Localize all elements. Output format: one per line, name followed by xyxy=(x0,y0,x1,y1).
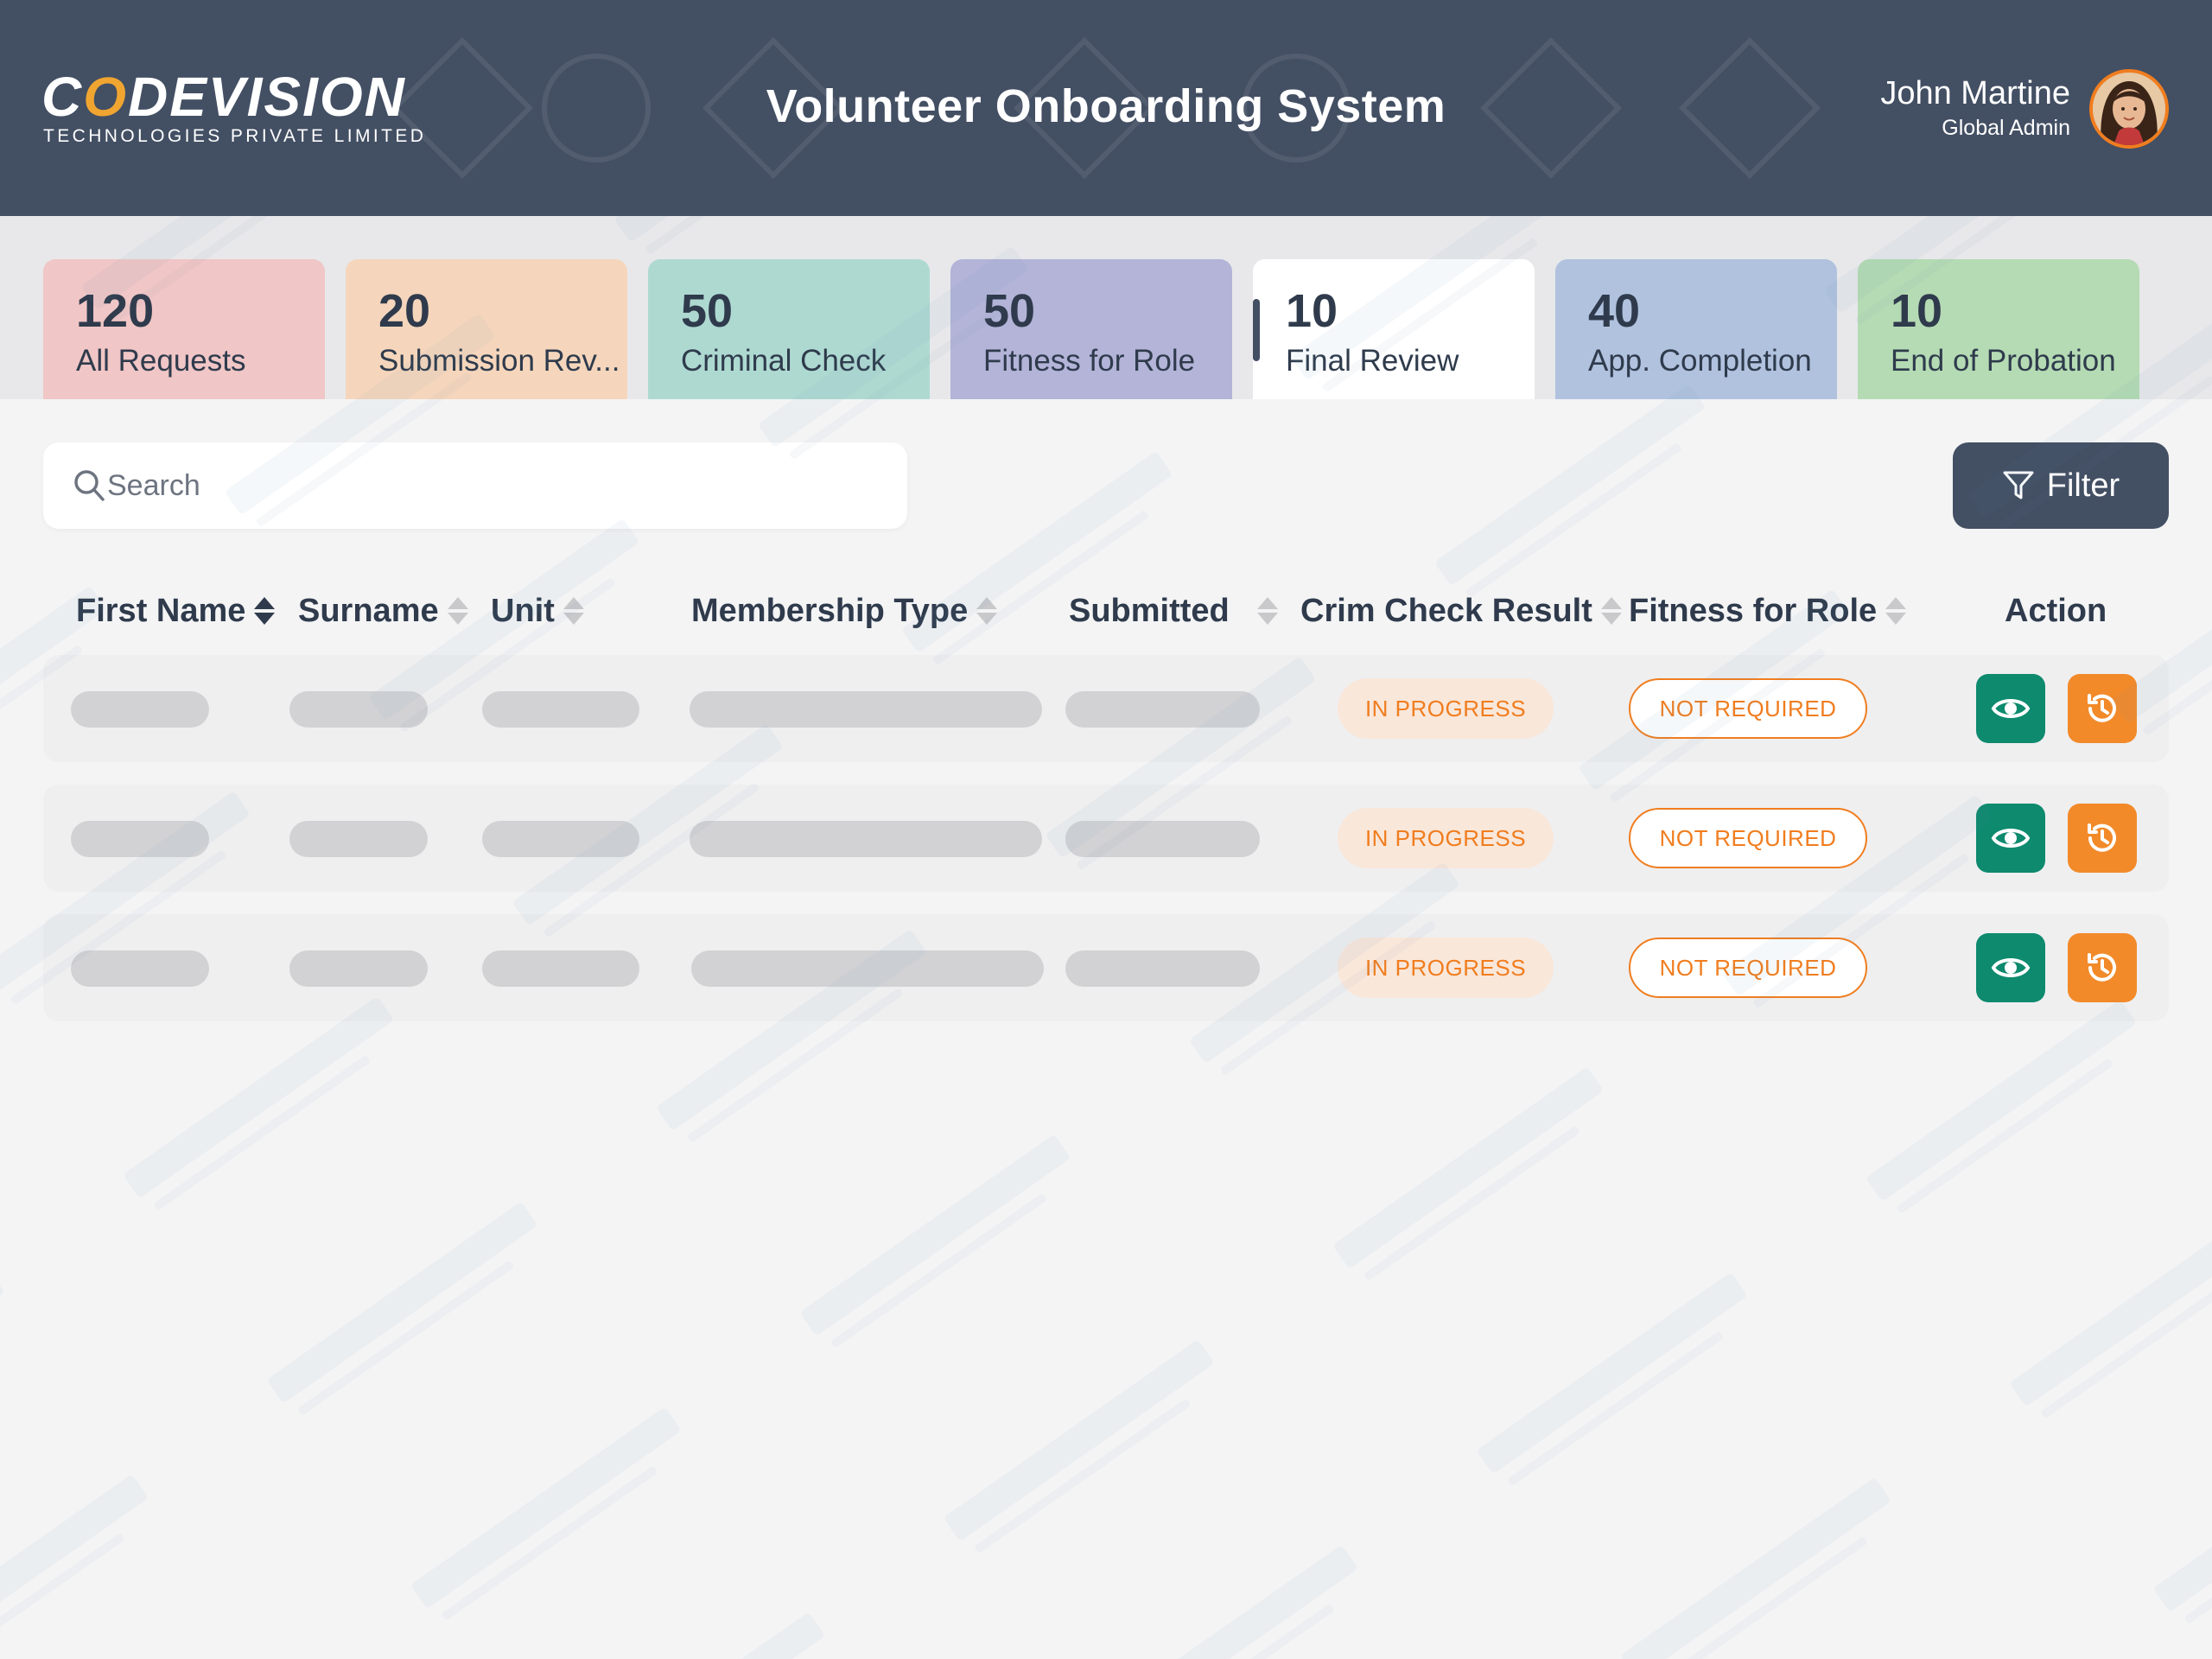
history-icon xyxy=(2088,823,2116,852)
skeleton-first-name xyxy=(71,821,209,857)
user-info[interactable]: John Martine Global Admin xyxy=(1880,73,2070,142)
tab-count: 10 xyxy=(1891,285,1943,337)
status-badge-not-required: NOT REQUIRED xyxy=(1629,938,1867,998)
avatar-image xyxy=(2093,73,2165,145)
column-label: Crim Check Result xyxy=(1300,592,1592,629)
tab-app-completion[interactable]: 40 App. Completion xyxy=(1555,259,1837,399)
skeleton-submitted xyxy=(1065,821,1260,857)
skeleton-surname xyxy=(289,950,428,987)
skeleton-membership-type xyxy=(691,950,1044,987)
tab-count: 20 xyxy=(378,285,431,337)
tab-end-of-probation[interactable]: 10 End of Probation xyxy=(1858,259,2139,399)
column-membership-type[interactable]: Membership Type xyxy=(691,589,999,632)
tab-label: End of Probation xyxy=(1891,344,2116,378)
skeleton-membership-type xyxy=(690,691,1042,728)
history-icon xyxy=(2088,694,2116,722)
sort-icon[interactable] xyxy=(1255,594,1280,628)
logo-subtitle: TECHNOLOGIES PRIVATE LIMITED xyxy=(43,126,427,146)
column-unit[interactable]: Unit xyxy=(491,589,586,632)
skeleton-unit xyxy=(482,691,639,728)
tab-fitness-for-role[interactable]: 50 Fitness for Role xyxy=(950,259,1232,399)
column-label: Fitness for Role xyxy=(1629,592,1878,629)
avatar[interactable] xyxy=(2089,69,2169,149)
history-icon xyxy=(2088,953,2116,982)
tab-label: Criminal Check xyxy=(681,344,887,378)
skeleton-first-name xyxy=(71,691,209,728)
history-button[interactable] xyxy=(2068,804,2137,873)
user-name: John Martine xyxy=(1880,75,2070,111)
search-input[interactable] xyxy=(107,442,868,529)
tab-count: 50 xyxy=(681,285,734,337)
column-label: First Name xyxy=(76,592,246,629)
status-badge-in-progress: IN PROGRESS xyxy=(1338,808,1554,868)
sort-icon[interactable] xyxy=(1599,594,1624,628)
tab-count: 120 xyxy=(76,285,155,337)
filter-icon xyxy=(2003,471,2034,499)
search-box[interactable] xyxy=(43,442,907,529)
eye-icon xyxy=(1991,958,2031,977)
column-fitness-for-role[interactable]: Fitness for Role xyxy=(1629,589,1908,632)
filter-label: Filter xyxy=(2046,467,2120,504)
skeleton-membership-type xyxy=(690,821,1042,857)
skeleton-unit xyxy=(482,950,639,987)
tab-count: 10 xyxy=(1286,285,1338,337)
status-badge-in-progress: IN PROGRESS xyxy=(1338,938,1554,998)
tab-count: 50 xyxy=(983,285,1036,337)
status-badge-not-required: NOT REQUIRED xyxy=(1629,808,1867,868)
tab-submission-review[interactable]: 20 Submission Rev... xyxy=(346,259,627,399)
column-surname[interactable]: Surname xyxy=(298,589,470,632)
tab-final-review[interactable]: 10 Final Review xyxy=(1253,259,1535,399)
skeleton-submitted xyxy=(1065,950,1260,987)
status-badge-not-required: NOT REQUIRED xyxy=(1629,678,1867,739)
skeleton-unit xyxy=(482,821,639,857)
table-row[interactable]: IN PROGRESS NOT REQUIRED xyxy=(43,785,2169,892)
table-row[interactable]: IN PROGRESS NOT REQUIRED xyxy=(43,914,2169,1021)
eye-icon xyxy=(1991,829,2031,848)
tab-label: Submission Rev... xyxy=(378,344,620,378)
column-label: Surname xyxy=(298,592,439,629)
search-icon xyxy=(74,470,105,501)
tab-label: All Requests xyxy=(76,344,246,378)
skeleton-surname xyxy=(289,821,428,857)
skeleton-first-name xyxy=(71,950,209,987)
column-label: Unit xyxy=(491,592,555,629)
tab-count: 40 xyxy=(1588,285,1641,337)
skeleton-submitted xyxy=(1065,691,1260,728)
sort-icon[interactable] xyxy=(252,594,276,628)
view-button[interactable] xyxy=(1976,674,2045,743)
tab-all-requests[interactable]: 120 All Requests xyxy=(43,259,325,399)
tab-label: Final Review xyxy=(1286,344,1459,378)
brand-logo[interactable]: CODEVISION TECHNOLOGIES PRIVATE LIMITED xyxy=(41,66,423,156)
history-button[interactable] xyxy=(2068,674,2137,743)
page-title: Volunteer Onboarding System xyxy=(766,80,1446,132)
tab-label: Fitness for Role xyxy=(983,344,1196,378)
view-button[interactable] xyxy=(1976,933,2045,1002)
history-button[interactable] xyxy=(2068,933,2137,1002)
eye-icon xyxy=(1991,699,2031,718)
column-first-name[interactable]: First Name xyxy=(76,589,276,632)
status-badge-in-progress: IN PROGRESS xyxy=(1338,678,1554,739)
user-role: Global Admin xyxy=(1942,116,2070,140)
tab-criminal-check[interactable]: 50 Criminal Check xyxy=(648,259,930,399)
column-label: Submitted xyxy=(1069,592,1230,629)
filter-button[interactable]: Filter xyxy=(1953,442,2169,529)
sort-icon[interactable] xyxy=(562,594,586,628)
table-row[interactable]: IN PROGRESS NOT REQUIRED xyxy=(43,655,2169,762)
logo-wordmark: CODEVISION xyxy=(41,66,406,128)
column-action: Action xyxy=(2005,589,2107,632)
sort-icon[interactable] xyxy=(446,594,470,628)
sort-icon[interactable] xyxy=(1884,594,1908,628)
column-submitted[interactable]: Submitted xyxy=(1069,589,1280,632)
view-button[interactable] xyxy=(1976,804,2045,873)
column-label: Membership Type xyxy=(691,592,969,629)
skeleton-surname xyxy=(289,691,428,728)
column-crim-check-result[interactable]: Crim Check Result xyxy=(1300,589,1624,632)
column-label: Action xyxy=(2005,592,2107,629)
sort-icon[interactable] xyxy=(975,594,999,628)
app-header: CODEVISION TECHNOLOGIES PRIVATE LIMITED … xyxy=(0,0,2212,216)
tab-label: App. Completion xyxy=(1588,344,1812,378)
